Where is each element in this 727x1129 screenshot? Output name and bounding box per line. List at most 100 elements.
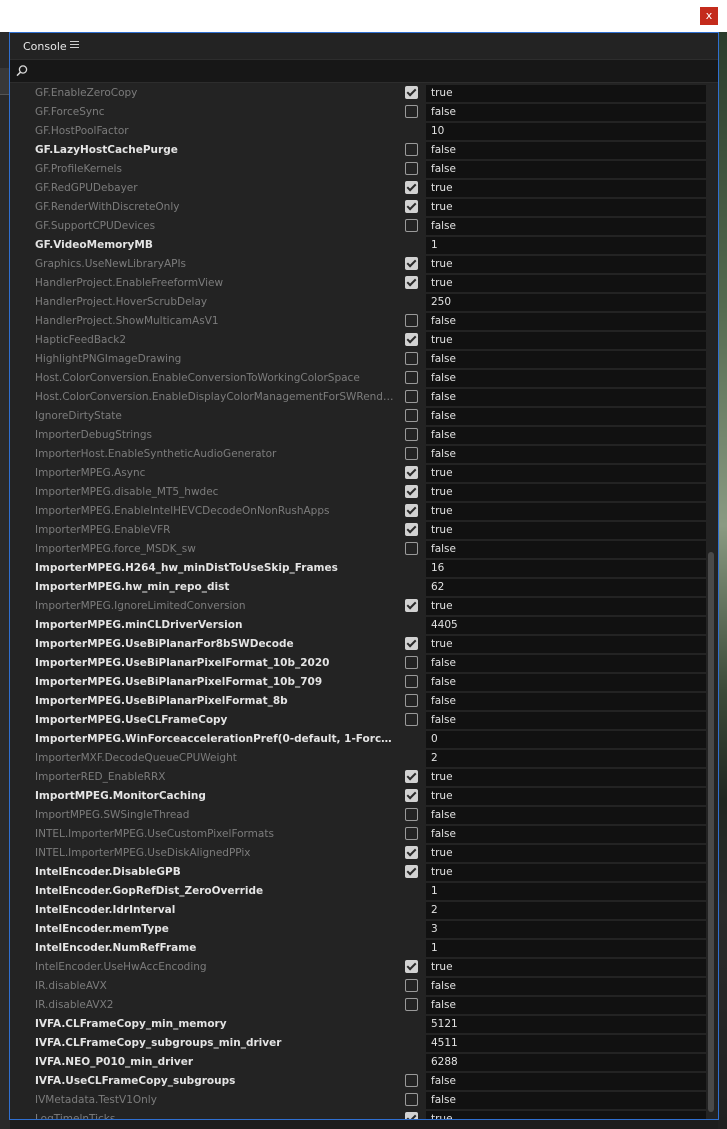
setting-checkbox[interactable] — [405, 656, 418, 669]
setting-value-field[interactable]: false — [426, 541, 706, 558]
setting-value-field[interactable]: 4405 — [426, 617, 706, 634]
setting-checkbox[interactable] — [405, 105, 418, 118]
setting-value-field[interactable]: false — [426, 427, 706, 444]
setting-value-field[interactable]: false — [426, 218, 706, 235]
setting-checkbox[interactable] — [405, 181, 418, 194]
setting-checkbox[interactable] — [405, 447, 418, 460]
setting-value-field[interactable]: true — [426, 484, 706, 501]
setting-checkbox[interactable] — [405, 694, 418, 707]
close-button[interactable]: x — [700, 7, 718, 25]
setting-value-field[interactable]: true — [426, 256, 706, 273]
setting-value-field[interactable]: 4511 — [426, 1035, 706, 1052]
hamburger-menu-icon[interactable] — [70, 41, 79, 50]
setting-checkbox[interactable] — [405, 1074, 418, 1087]
setting-value-field[interactable]: true — [426, 503, 706, 520]
setting-checkbox[interactable] — [405, 865, 418, 878]
setting-value-field[interactable]: true — [426, 769, 706, 786]
setting-value-field[interactable]: true — [426, 598, 706, 615]
setting-checkbox[interactable] — [405, 599, 418, 612]
setting-value-field[interactable]: false — [426, 978, 706, 995]
setting-checkbox[interactable] — [405, 713, 418, 726]
setting-value-field[interactable]: true — [426, 522, 706, 539]
setting-checkbox[interactable] — [405, 808, 418, 821]
setting-value-field[interactable]: true — [426, 1111, 706, 1119]
setting-checkbox[interactable] — [405, 352, 418, 365]
setting-checkbox[interactable] — [405, 1093, 418, 1106]
setting-value-field[interactable]: false — [426, 389, 706, 406]
setting-checkbox[interactable] — [405, 428, 418, 441]
setting-checkbox[interactable] — [405, 485, 418, 498]
setting-value-field[interactable]: true — [426, 465, 706, 482]
setting-value-field[interactable]: false — [426, 693, 706, 710]
setting-checkbox[interactable] — [405, 637, 418, 650]
setting-value-field[interactable]: 10 — [426, 123, 706, 140]
setting-value-field[interactable]: 0 — [426, 731, 706, 748]
search-input[interactable] — [32, 62, 706, 80]
setting-value-field[interactable]: false — [426, 712, 706, 729]
setting-value-field[interactable]: 2 — [426, 750, 706, 767]
setting-value-field[interactable]: 1 — [426, 237, 706, 254]
setting-value-field[interactable]: 250 — [426, 294, 706, 311]
setting-checkbox[interactable] — [405, 789, 418, 802]
setting-value-field[interactable]: false — [426, 104, 706, 121]
setting-value-field[interactable]: false — [426, 351, 706, 368]
setting-value-field[interactable]: false — [426, 142, 706, 159]
setting-checkbox[interactable] — [405, 371, 418, 384]
setting-value-field[interactable]: 1 — [426, 940, 706, 957]
setting-checkbox[interactable] — [405, 1112, 418, 1119]
setting-checkbox[interactable] — [405, 542, 418, 555]
setting-value-field[interactable]: false — [426, 655, 706, 672]
scrollbar-thumb[interactable] — [708, 552, 714, 1112]
setting-checkbox[interactable] — [405, 257, 418, 270]
setting-value-field[interactable]: true — [426, 332, 706, 349]
setting-value-field[interactable]: 6288 — [426, 1054, 706, 1071]
setting-checkbox[interactable] — [405, 314, 418, 327]
setting-value-field[interactable]: true — [426, 275, 706, 292]
setting-value-field[interactable]: false — [426, 1092, 706, 1109]
setting-value-field[interactable]: false — [426, 161, 706, 178]
setting-checkbox[interactable] — [405, 675, 418, 688]
setting-value-field[interactable]: false — [426, 807, 706, 824]
setting-value-field[interactable]: true — [426, 85, 706, 102]
setting-value-field[interactable]: 5121 — [426, 1016, 706, 1033]
setting-value-field[interactable]: false — [426, 370, 706, 387]
setting-value-field[interactable]: 3 — [426, 921, 706, 938]
setting-value-field[interactable]: true — [426, 636, 706, 653]
setting-value-field[interactable]: false — [426, 826, 706, 843]
setting-value-field[interactable]: true — [426, 199, 706, 216]
setting-checkbox[interactable] — [405, 770, 418, 783]
setting-value-field[interactable]: 2 — [426, 902, 706, 919]
setting-checkbox[interactable] — [405, 390, 418, 403]
setting-value-field[interactable]: true — [426, 845, 706, 862]
setting-value-field[interactable]: false — [426, 1073, 706, 1090]
setting-value-field[interactable]: false — [426, 313, 706, 330]
setting-value-field[interactable]: false — [426, 446, 706, 463]
setting-checkbox[interactable] — [405, 960, 418, 973]
setting-value-field[interactable]: 16 — [426, 560, 706, 577]
setting-value-field[interactable]: false — [426, 997, 706, 1014]
setting-value-field[interactable]: false — [426, 674, 706, 691]
setting-value-field[interactable]: 1 — [426, 883, 706, 900]
setting-value-field[interactable]: true — [426, 864, 706, 881]
setting-value-field[interactable]: true — [426, 788, 706, 805]
setting-checkbox[interactable] — [405, 143, 418, 156]
setting-checkbox[interactable] — [405, 523, 418, 536]
setting-value-field[interactable]: 62 — [426, 579, 706, 596]
setting-value-field[interactable]: true — [426, 959, 706, 976]
setting-checkbox[interactable] — [405, 219, 418, 232]
setting-checkbox[interactable] — [405, 846, 418, 859]
setting-value-field[interactable]: false — [426, 408, 706, 425]
setting-value-field[interactable]: true — [426, 180, 706, 197]
setting-checkbox[interactable] — [405, 333, 418, 346]
setting-checkbox[interactable] — [405, 162, 418, 175]
setting-checkbox[interactable] — [405, 200, 418, 213]
vertical-scrollbar[interactable] — [706, 84, 718, 1119]
setting-checkbox[interactable] — [405, 86, 418, 99]
setting-checkbox[interactable] — [405, 276, 418, 289]
setting-checkbox[interactable] — [405, 504, 418, 517]
setting-checkbox[interactable] — [405, 409, 418, 422]
setting-checkbox[interactable] — [405, 827, 418, 840]
setting-checkbox[interactable] — [405, 979, 418, 992]
setting-checkbox[interactable] — [405, 466, 418, 479]
setting-checkbox[interactable] — [405, 998, 418, 1011]
